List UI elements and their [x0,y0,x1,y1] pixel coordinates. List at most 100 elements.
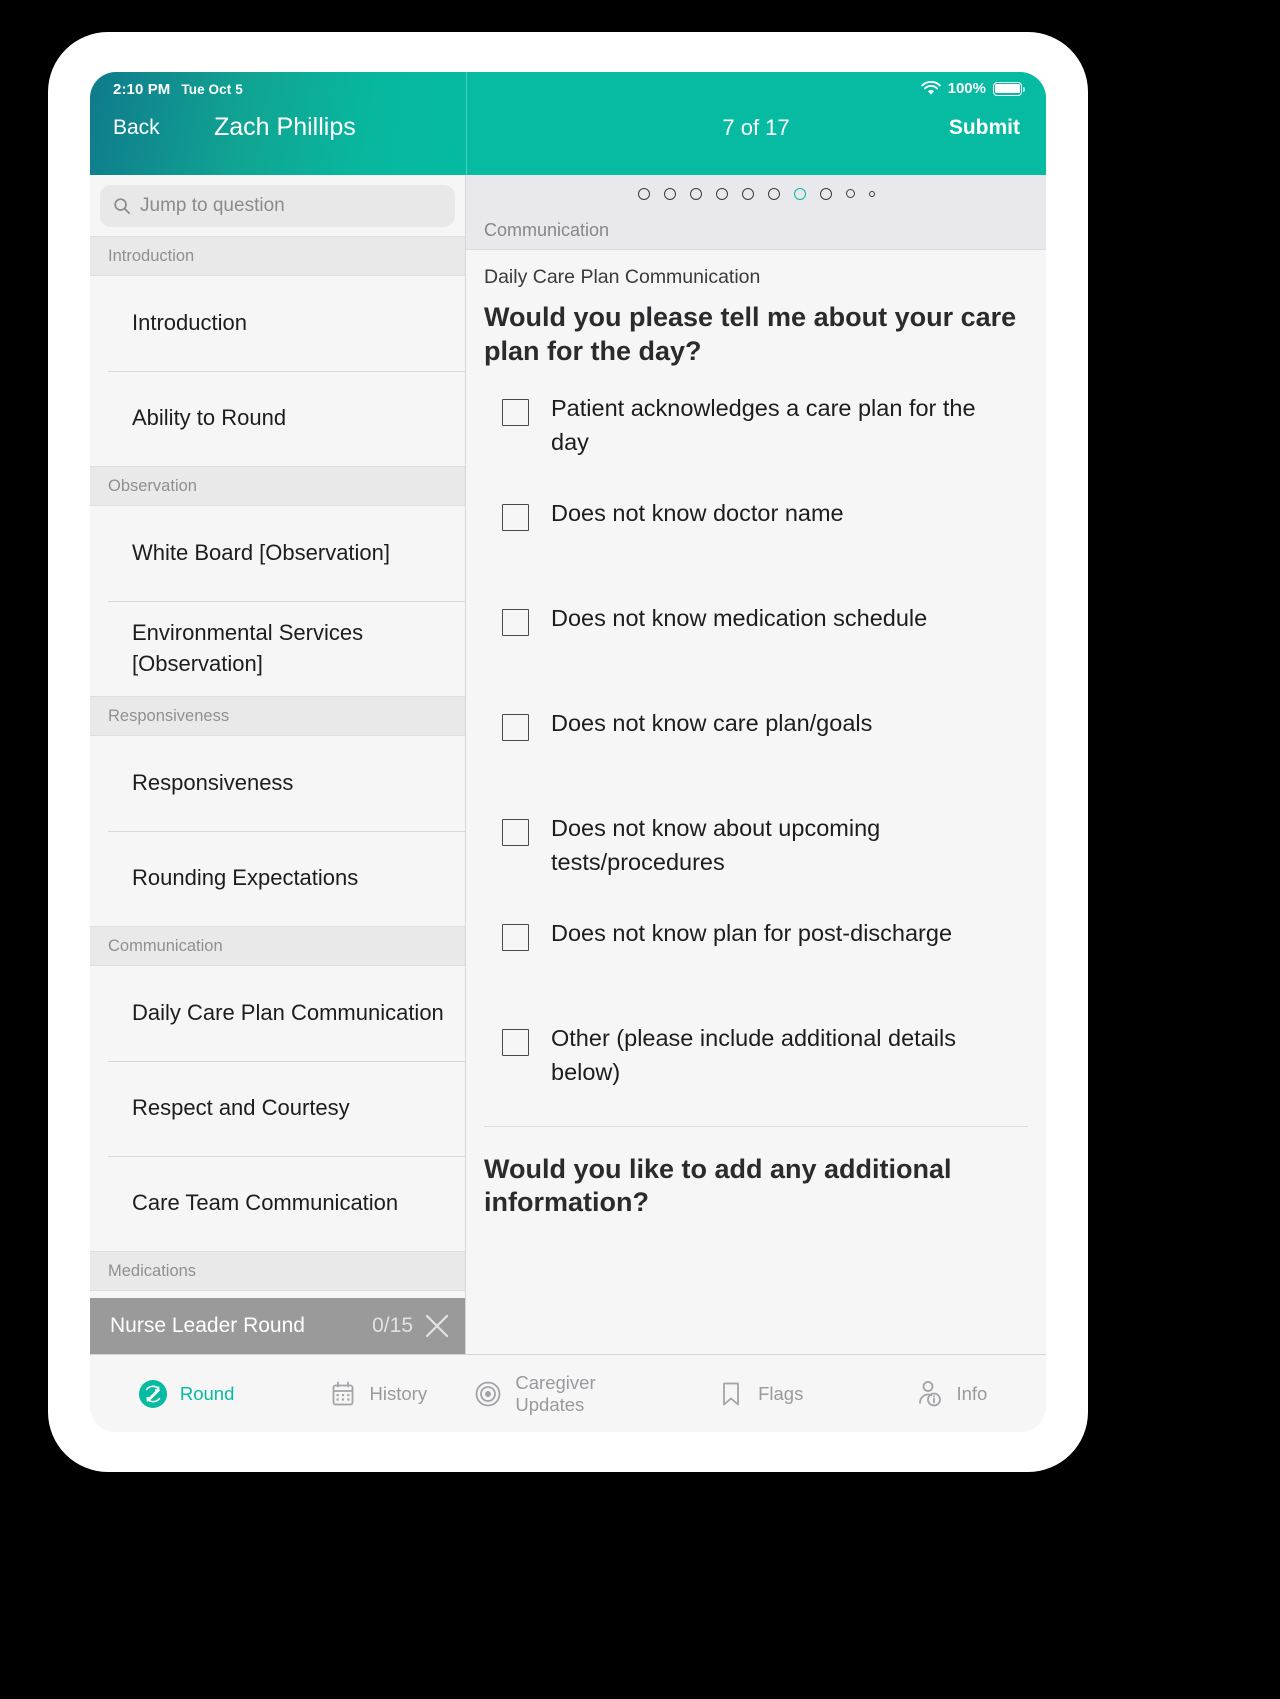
active-round-count: 0/15 [372,1314,413,1337]
next-question-title: Would you like to add any additional inf… [484,1153,952,1218]
question-panel: Communication Daily Care Plan Communicat… [466,175,1046,1354]
right-navigation-bar: 100% 7 of 17 Submit [466,72,1046,175]
checkbox-option-6[interactable]: Does not know plan for post-discharge [488,916,1026,1021]
checkbox-icon[interactable] [502,608,529,636]
checkbox-option-2[interactable]: Does not know doctor name [488,496,1026,601]
sidebar-item-white-board[interactable]: White Board [Observation] [90,506,465,601]
search-container: Jump to question [90,175,465,236]
status-date: Tue Oct 5 [181,82,243,97]
checkbox-option-5[interactable]: Does not know about upcoming tests/proce… [488,811,1026,916]
checkbox-label: Does not know medication schedule [551,604,928,631]
tab-round[interactable]: Round [90,1378,281,1410]
page-dot-4[interactable] [715,187,728,200]
status-time: 2:10 PM [113,81,171,98]
current-section-label: Communication [466,212,1046,250]
checkbox-option-3[interactable]: Does not know medication schedule [488,601,1026,706]
checkbox-icon[interactable] [502,503,529,531]
page-dot-8[interactable] [819,187,832,200]
battery-percent-label: 100% [947,80,986,97]
top-bars: 2:10 PM Tue Oct 5 Back Zach Phillips 100… [90,72,1046,175]
calendar-icon [332,1381,353,1405]
sidebar-item-rounding-expectations[interactable]: Rounding Expectations [90,831,465,926]
checkbox-option-list: Patient acknowledges a care plan for the… [466,369,1046,1126]
sidebar-item-introduction[interactable]: Introduction [90,276,465,371]
tab-label: History [369,1382,428,1404]
sidebar-item-ability-to-round[interactable]: Ability to Round [90,371,465,466]
section-items-responsiveness: Responsiveness Rounding Expectations [90,736,465,926]
person-info-icon [919,1380,942,1406]
sidebar-section-responsiveness: Responsiveness Responsiveness Rounding E… [90,696,465,926]
tab-caregiver-updates[interactable]: Caregiver Updates [472,1372,663,1416]
page-dot-9[interactable] [845,189,855,198]
status-bar-left: 2:10 PM Tue Oct 5 [113,81,243,98]
sidebar-item-environmental-services[interactable]: Environmental Services [Observation] [90,601,465,696]
section-header-observation: Observation [90,466,465,506]
search-icon [114,198,131,215]
question-title: Would you please tell me about your care… [484,302,1017,366]
sidebar-item-care-team-communication[interactable]: Care Team Communication [90,1156,465,1251]
close-icon[interactable] [423,1312,451,1340]
checkbox-option-1[interactable]: Patient acknowledges a care plan for the… [488,391,1026,496]
wifi-icon [920,81,941,95]
page-dot-10[interactable] [868,190,875,197]
section-items-communication: Daily Care Plan Communication Respect an… [90,966,465,1251]
checkbox-label: Does not know care plan/goals [551,709,873,736]
page-dot-2[interactable] [663,187,676,200]
sidebar-section-communication: Communication Daily Care Plan Communicat… [90,926,465,1251]
checkbox-option-4[interactable]: Does not know care plan/goals [488,706,1026,811]
sidebar-item-daily-care-plan-communication[interactable]: Daily Care Plan Communication [90,966,465,1061]
page-dot-1[interactable] [637,187,650,200]
tab-label: Round [179,1382,235,1404]
sidebar-section-observation: Observation White Board [Observation] En… [90,466,465,696]
section-items-introduction: Introduction Ability to Round [90,276,465,466]
page-dot-7-active[interactable] [793,187,806,200]
content-body: Jump to question Introduction Introducti… [90,175,1046,1354]
bookmark-icon [723,1382,739,1405]
device-frame: 2:10 PM Tue Oct 5 Back Zach Phillips 100… [48,32,1088,1472]
back-button[interactable]: Back [113,116,160,140]
checkbox-icon[interactable] [502,1028,529,1056]
battery-icon [993,81,1026,96]
tab-label: Info [956,1382,988,1404]
question-header: Daily Care Plan Communication Would you … [466,250,1046,369]
checkbox-label: Does not know plan for post-discharge [551,919,953,946]
sidebar-item-respect-and-courtesy[interactable]: Respect and Courtesy [90,1061,465,1156]
checkbox-icon[interactable] [502,713,529,741]
sidebar-section-medications: Medications [90,1251,465,1291]
section-items-observation: White Board [Observation] Environmental … [90,506,465,696]
checkbox-icon[interactable] [502,398,529,426]
checkbox-icon[interactable] [502,818,529,846]
page-dot-6[interactable] [767,187,780,200]
tab-label: Caregiver Updates [515,1371,596,1415]
bottom-tab-bar: Round History Caregiver Updates Flags In… [90,1354,1046,1432]
checkbox-option-7[interactable]: Other (please include additional details… [488,1021,1026,1126]
tab-history[interactable]: History [281,1378,472,1410]
page-dot-3[interactable] [689,187,702,200]
checkbox-label: Does not know doctor name [551,499,844,526]
patient-name-title: Zach Phillips [214,113,356,141]
active-round-bar[interactable]: Nurse Leader Round 0/15 [90,1298,465,1354]
tab-info[interactable]: Info [855,1378,1046,1410]
section-header-communication: Communication [90,926,465,966]
page-dot-5[interactable] [741,187,754,200]
app-screen: 2:10 PM Tue Oct 5 Back Zach Phillips 100… [90,72,1046,1432]
tab-label: Flags [758,1382,804,1404]
section-header-introduction: Introduction [90,236,465,276]
target-icon [476,1381,501,1406]
section-header-medications: Medications [90,1251,465,1291]
search-placeholder: Jump to question [140,195,285,216]
next-question-block: Would you like to add any additional inf… [466,1127,1046,1221]
submit-button[interactable]: Submit [949,116,1020,140]
checkbox-icon[interactable] [502,923,529,951]
section-header-responsiveness: Responsiveness [90,696,465,736]
left-navigation-bar: 2:10 PM Tue Oct 5 Back Zach Phillips [90,72,466,175]
checkbox-label: Other (please include additional details… [551,1024,956,1085]
question-sidebar: Jump to question Introduction Introducti… [90,175,466,1354]
tab-flags[interactable]: Flags [664,1378,855,1410]
question-subtitle: Daily Care Plan Communication [484,266,761,288]
search-input[interactable]: Jump to question [100,185,455,227]
active-round-title: Nurse Leader Round [110,1314,305,1337]
page-dots[interactable] [466,175,1046,212]
status-bar-right: 100% [920,80,1026,97]
sidebar-item-responsiveness[interactable]: Responsiveness [90,736,465,831]
